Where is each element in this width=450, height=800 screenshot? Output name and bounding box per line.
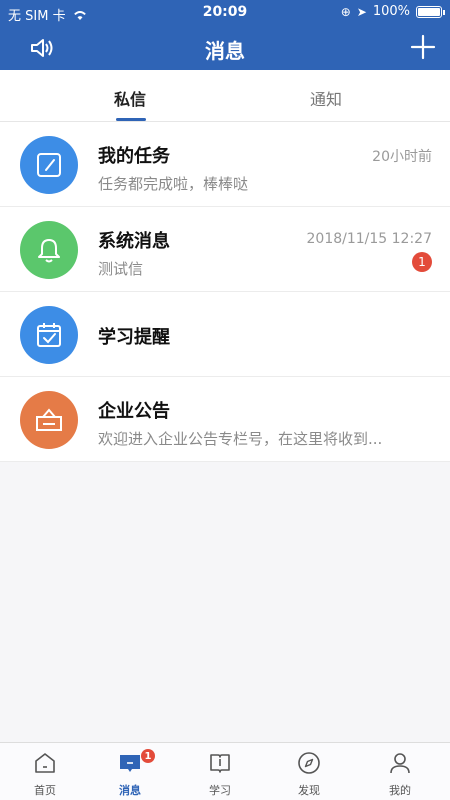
tabbar-badge: 1: [141, 749, 155, 763]
message-title: 我的任务: [98, 146, 170, 167]
message-item-study-reminder[interactable]: 学习提醒: [0, 292, 450, 377]
page-title: 消息: [205, 39, 245, 63]
location-icon: ➤: [356, 4, 367, 19]
tab-notifications[interactable]: 通知: [310, 86, 342, 110]
message-title: 系统消息: [98, 231, 170, 252]
bottom-tab-bar: 首页 1 消息 学习 发现 我的: [0, 742, 450, 800]
message-preview: 欢迎进入企业公告专栏号，在这里将收到...: [98, 430, 383, 448]
calendar-check-icon: [20, 306, 78, 364]
book-icon: [210, 754, 230, 773]
message-preview: 测试信: [98, 260, 144, 278]
message-time: 2018/11/15 12:27: [306, 231, 433, 247]
compass-icon: [298, 752, 320, 774]
bell-icon: [20, 221, 78, 279]
status-bar: 无 SIM 卡 20:09 ⊕ ➤ 100%: [0, 0, 450, 26]
message-title: 学习提醒: [98, 327, 170, 348]
tabbar-study[interactable]: 学习: [175, 743, 265, 800]
tab-active-indicator: [116, 118, 146, 121]
home-icon: [35, 753, 55, 773]
message-icon: [120, 755, 140, 772]
tabbar-label: 我的: [389, 784, 411, 797]
battery-icon: [416, 5, 445, 18]
messages-screen: 无 SIM 卡 20:09 ⊕ ➤ 100% 消息 私信 通知 我的任务 任务都…: [0, 0, 450, 800]
message-time: 20小时前: [372, 149, 432, 165]
message-title: 企业公告: [98, 401, 170, 422]
message-item-system[interactable]: 系统消息 测试信 2018/11/15 12:27 1: [0, 207, 450, 292]
rotation-lock-icon: ⊕: [340, 4, 351, 19]
tabbar-label: 学习: [209, 784, 231, 797]
user-icon: [390, 753, 410, 774]
tabbar-home[interactable]: 首页: [0, 743, 90, 800]
tab-bar: 私信 通知: [0, 70, 450, 122]
tabbar-label: 消息: [119, 784, 141, 797]
message-list: 我的任务 任务都完成啦，棒棒哒 20小时前 系统消息 测试信 2018/11/1…: [0, 122, 450, 462]
tabbar-messages[interactable]: 1 消息: [85, 743, 175, 800]
tabbar-label: 发现: [298, 784, 320, 797]
header-bar: 无 SIM 卡 20:09 ⊕ ➤ 100% 消息: [0, 0, 450, 70]
announcement-icon: [20, 391, 78, 449]
message-item-tasks[interactable]: 我的任务 任务都完成啦，棒棒哒 20小时前: [0, 122, 450, 207]
add-button[interactable]: [408, 32, 438, 62]
message-item-announcement[interactable]: 企业公告 欢迎进入企业公告专栏号，在这里将收到...: [0, 377, 450, 462]
tabbar-discover[interactable]: 发现: [264, 743, 354, 800]
tab-private-messages[interactable]: 私信: [114, 86, 146, 110]
tabbar-profile[interactable]: 我的: [355, 743, 445, 800]
unread-badge: 1: [412, 252, 432, 272]
tabbar-label: 首页: [34, 784, 56, 797]
edit-icon: [20, 136, 78, 194]
navigation-bar: 消息: [0, 26, 450, 70]
message-preview: 任务都完成啦，棒棒哒: [98, 175, 249, 193]
battery-percent: 100%: [372, 4, 410, 19]
